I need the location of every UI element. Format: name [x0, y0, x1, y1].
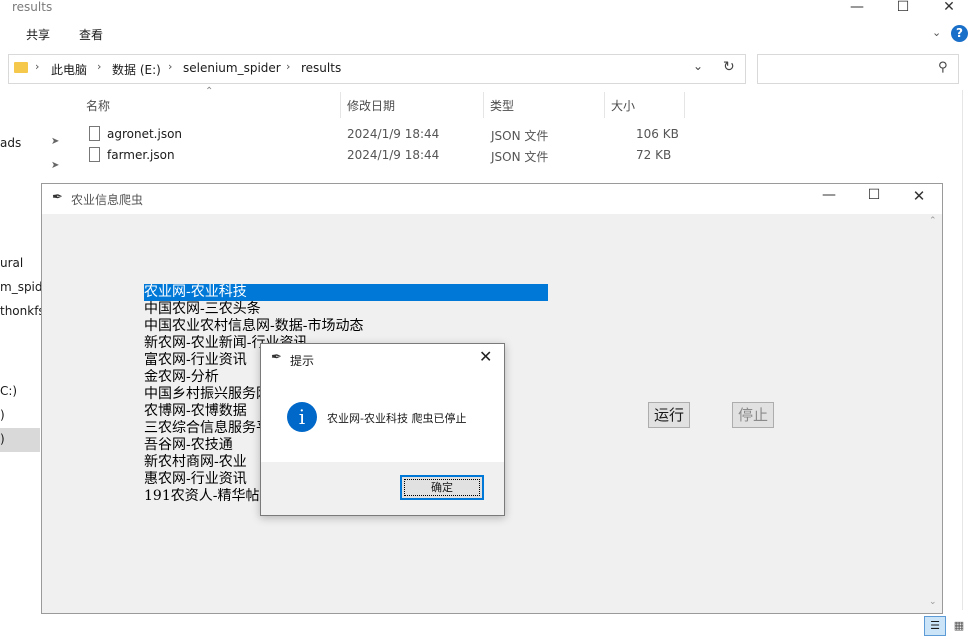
sidebar-item-label: ): [0, 432, 5, 446]
folder-icon: [14, 62, 28, 73]
chevron-right-icon: ›: [35, 60, 40, 73]
file-row[interactable]: farmer.json 2024/1/9 18:44 JSON 文件 72 KB: [80, 146, 686, 166]
list-item[interactable]: 中国农网-三农头条: [144, 301, 548, 318]
column-divider[interactable]: [684, 92, 685, 118]
feather-icon: ✒: [271, 350, 282, 365]
column-divider[interactable]: [483, 92, 484, 118]
maximize-button[interactable]: ☐: [880, 0, 926, 16]
column-divider[interactable]: [604, 92, 605, 118]
column-header-date[interactable]: 修改日期: [347, 97, 395, 114]
file-size: 72 KB: [636, 148, 672, 162]
info-dialog: ✒ 提示 ✕ i 农业网-农业科技 爬虫已停止 确定: [260, 343, 505, 516]
explorer-window-title: results: [12, 0, 53, 14]
file-type: JSON 文件: [491, 150, 549, 164]
app-title-bar: ✒ 农业信息爬虫 — ☐ ✕: [42, 184, 942, 214]
column-header-size[interactable]: 大小: [611, 97, 635, 114]
app-title: 农业信息爬虫: [71, 193, 144, 207]
app-maximize-button[interactable]: ☐: [857, 187, 891, 203]
history-dropdown-icon[interactable]: ⌄: [693, 59, 703, 73]
minimize-button[interactable]: —: [834, 0, 880, 16]
list-item[interactable]: 农业网-农业科技: [144, 284, 548, 301]
column-header-name[interactable]: 名称: [86, 97, 110, 114]
file-type: JSON 文件: [491, 129, 549, 143]
app-scrollbar[interactable]: ⌃ ⌄: [926, 214, 942, 613]
run-button[interactable]: 运行: [648, 402, 690, 428]
file-size: 106 KB: [636, 127, 679, 141]
list-item[interactable]: 中国农业农村信息网-数据-市场动态: [144, 318, 548, 335]
ribbon-tab-share[interactable]: 共享: [26, 26, 50, 43]
sort-ascending-icon: ⌃: [205, 86, 214, 97]
sidebar-item[interactable]: C:): [0, 384, 17, 398]
large-icons-view-icon[interactable]: ▦: [948, 616, 970, 636]
breadcrumb-this-pc[interactable]: 此电脑: [51, 61, 87, 78]
column-divider[interactable]: [340, 92, 341, 118]
column-header-type[interactable]: 类型: [490, 97, 514, 114]
help-icon[interactable]: ?: [951, 25, 968, 42]
file-name: agronet.json: [107, 127, 183, 141]
file-icon: [89, 147, 100, 162]
sidebar-item[interactable]: ads: [0, 136, 21, 150]
search-icon: ⚲: [938, 60, 948, 75]
ok-button[interactable]: 确定: [400, 475, 484, 500]
file-name: farmer.json: [107, 148, 175, 162]
details-view-icon[interactable]: ☰: [924, 616, 946, 636]
scroll-up-icon[interactable]: ⌃: [929, 216, 937, 226]
pin-icon: ➤: [51, 136, 60, 147]
app-minimize-button[interactable]: —: [812, 187, 846, 203]
chevron-right-icon[interactable]: ›: [286, 60, 290, 73]
file-date: 2024/1/9 18:44: [347, 127, 440, 141]
search-input[interactable]: [762, 59, 936, 81]
dialog-title: 提示: [290, 354, 315, 368]
app-close-button[interactable]: ✕: [902, 187, 936, 205]
ribbon-tab-view[interactable]: 查看: [79, 26, 103, 43]
sidebar-item[interactable]: thonkfs: [0, 304, 45, 318]
search-box[interactable]: ⚲: [757, 54, 959, 84]
refresh-icon[interactable]: ↻: [723, 59, 735, 75]
file-icon: [89, 126, 100, 141]
close-button[interactable]: ✕: [926, 0, 972, 16]
feather-icon: ✒: [52, 190, 63, 205]
dialog-message: 农业网-农业科技 爬虫已停止: [327, 412, 467, 425]
file-row[interactable]: agronet.json 2024/1/9 18:44 JSON 文件 106 …: [80, 125, 686, 145]
focus-ring: [404, 479, 480, 496]
breadcrumb-selenium-spider[interactable]: selenium_spider: [183, 61, 281, 75]
file-date: 2024/1/9 18:44: [347, 148, 440, 162]
breadcrumb-results[interactable]: results: [301, 61, 341, 75]
ribbon-expand-icon[interactable]: ⌄: [932, 26, 941, 39]
pin-icon: ➤: [51, 160, 60, 171]
sidebar-item[interactable]: ): [0, 408, 5, 422]
chevron-right-icon[interactable]: ›: [97, 60, 101, 73]
dialog-close-button[interactable]: ✕: [479, 347, 492, 366]
sidebar-item[interactable]: ural: [0, 256, 23, 270]
scroll-down-icon[interactable]: ⌄: [929, 597, 937, 607]
explorer-title-bar: results — ☐ ✕: [0, 0, 974, 18]
sidebar-item-selected[interactable]: ): [0, 428, 40, 452]
stop-button[interactable]: 停止: [732, 402, 774, 428]
chevron-right-icon[interactable]: ›: [168, 60, 172, 73]
breadcrumb-drive-e[interactable]: 数据 (E:): [112, 61, 161, 78]
scrollbar-track[interactable]: [962, 90, 963, 610]
info-icon: i: [287, 402, 317, 432]
